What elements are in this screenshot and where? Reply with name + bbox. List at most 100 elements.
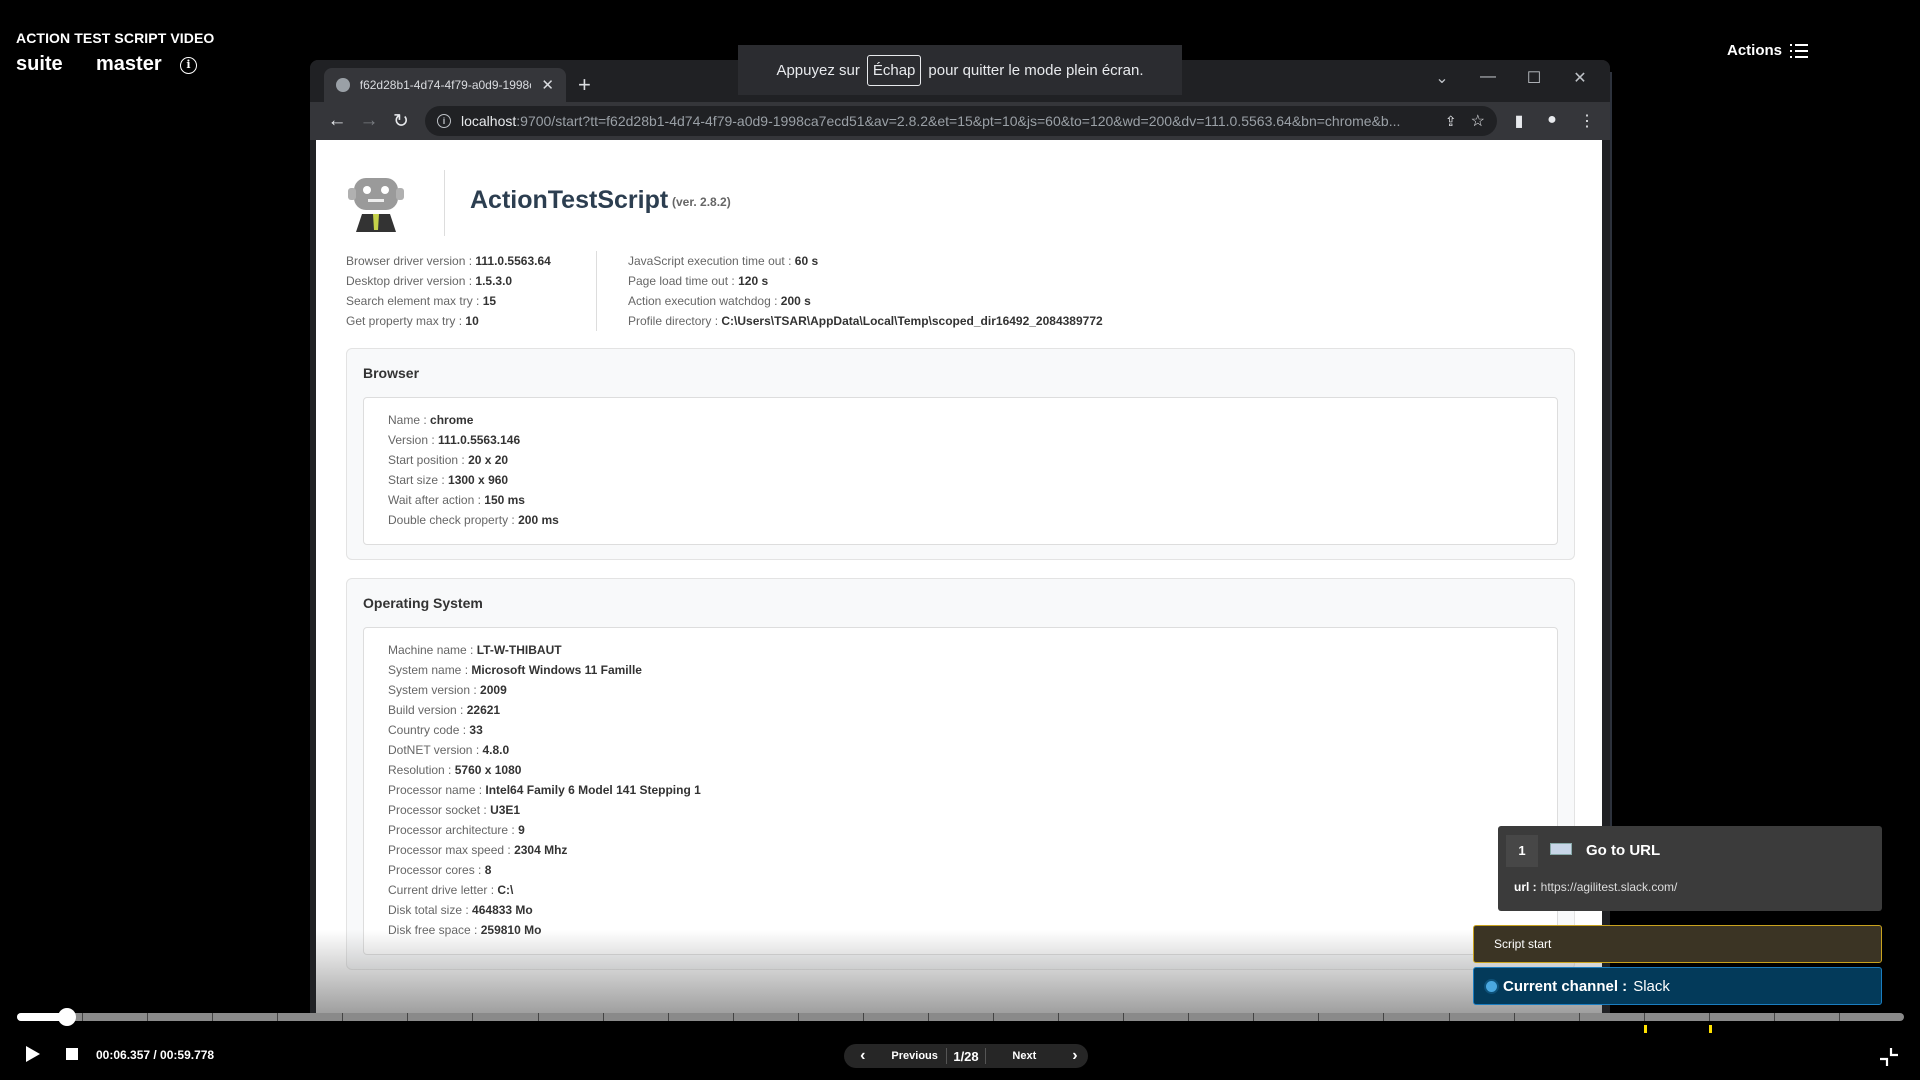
detail-item: Disk total size : 464833 Mo <box>388 903 533 917</box>
chevron-right-icon: › <box>1072 1047 1078 1064</box>
close-tab-icon[interactable]: ✕ <box>541 76 554 94</box>
url-bar-icon <box>1550 843 1572 855</box>
timeline-segment-tick <box>147 1013 149 1021</box>
timeline-segment-tick <box>1773 1013 1775 1021</box>
detail-item: Start size : 1300 x 960 <box>388 473 509 487</box>
timeline-marker[interactable] <box>1708 1025 1712 1033</box>
driver-info-list: Browser driver version : 111.0.5563.64 D… <box>346 251 551 331</box>
info-item: Page load time out : 120 s <box>628 274 769 288</box>
more-menu-icon[interactable]: ⋮ <box>1576 111 1598 131</box>
action-index: 1 <box>1506 835 1538 867</box>
detail-item: Start position : 20 x 20 <box>388 453 509 467</box>
timeline-segment-tick <box>212 1013 214 1021</box>
app-name: ActionTestScript <box>470 186 669 214</box>
detail-item: System version : 2009 <box>388 683 507 697</box>
detail-item: DotNET version : 4.8.0 <box>388 743 510 757</box>
timeline-segment-tick <box>277 1013 279 1021</box>
url-host: localhost <box>461 113 517 129</box>
detail-item: Version : 111.0.5563.146 <box>388 433 521 447</box>
detail-item: Current drive letter : C:\ <box>388 883 514 897</box>
timeline-segment-tick <box>82 1013 84 1021</box>
url-text: localhost:9700/start?tt=f62d28b1-4d74-4f… <box>461 113 1421 129</box>
fullscreen-notice-suffix: pour quitter le mode plein écran. <box>928 61 1144 79</box>
timeline-segment-tick <box>1513 1013 1515 1021</box>
video-timeline[interactable] <box>17 1008 1904 1026</box>
detail-item: Country code : 33 <box>388 723 483 737</box>
current-channel-badge: Current channel : Slack <box>1473 967 1882 1005</box>
back-icon[interactable]: ← <box>324 110 350 132</box>
globe-icon <box>336 78 350 92</box>
browser-tab[interactable]: f62d28b1-4d74-4f79-a0d9-1998ca7ecd51 ✕ <box>324 68 566 102</box>
detail-item: Processor socket : U3E1 <box>388 803 521 817</box>
timeline-segment-tick <box>667 1013 669 1021</box>
actions-button[interactable]: Actions <box>1727 42 1808 59</box>
next-button[interactable]: Next › <box>986 1044 1088 1068</box>
detail-item: System name : Microsoft Windows 11 Famil… <box>388 663 642 677</box>
detail-item: Processor cores : 8 <box>388 863 492 877</box>
browser-toolbar: ← → ↻ i localhost:9700/start?tt=f62d28b1… <box>310 102 1610 140</box>
branch-name: master <box>96 53 162 75</box>
site-info-icon[interactable]: i <box>437 114 451 128</box>
maximize-button[interactable]: ☐ <box>1514 68 1554 88</box>
tab-search-icon[interactable]: ⌄ <box>1422 68 1462 88</box>
header-divider <box>444 170 445 236</box>
fullscreen-notice-prefix: Appuyez sur <box>776 61 860 79</box>
profile-icon[interactable]: ● <box>1541 111 1563 129</box>
address-bar[interactable]: i localhost:9700/start?tt=f62d28b1-4d74-… <box>425 106 1497 136</box>
action-title: Go to URL <box>1586 842 1661 859</box>
timeline-segment-tick <box>732 1013 734 1021</box>
info-icon[interactable]: i <box>180 57 197 74</box>
actions-label: Actions <box>1726 42 1782 59</box>
timeline-marker[interactable] <box>1643 1025 1647 1033</box>
timeline-segment-tick <box>1383 1013 1385 1021</box>
browser-details: Name : chrome Version : 111.0.5563.146 S… <box>363 397 1558 545</box>
detail-item: Processor name : Intel64 Family 6 Model … <box>388 783 701 797</box>
timeline-segment-tick <box>602 1013 604 1021</box>
fullscreen-notice: Appuyez sur Échap pour quitter le mode p… <box>738 45 1182 95</box>
detail-item: Machine name : LT-W-THIBAUT <box>388 643 562 657</box>
detail-item: Disk free space : 259810 Mo <box>388 923 542 937</box>
share-icon[interactable]: ⇪ <box>1445 113 1457 130</box>
exit-fullscreen-icon[interactable] <box>1878 1046 1900 1068</box>
chevron-left-icon: ‹ <box>860 1047 866 1064</box>
detail-item: Processor architecture : 9 <box>388 823 525 837</box>
forward-icon[interactable]: → <box>356 110 382 132</box>
detail-item: Processor max speed : 2304 Mhz <box>388 843 568 857</box>
detail-item: Double check property : 200 ms <box>388 513 559 527</box>
timeline-segment-tick <box>862 1013 864 1021</box>
info-item: Get property max try : 10 <box>346 314 479 328</box>
robot-logo-icon <box>348 178 404 232</box>
stop-button[interactable] <box>66 1048 78 1060</box>
page-indicator: 1/28 <box>946 1048 986 1064</box>
bookmark-star-icon[interactable]: ☆ <box>1471 111 1485 131</box>
timeline-segment-tick <box>472 1013 474 1021</box>
app-version: (ver. 2.8.2) <box>672 195 731 209</box>
next-label: Next <box>1012 1050 1037 1062</box>
video-title: ACTION TEST SCRIPT VIDEO <box>16 30 215 46</box>
close-window-button[interactable]: ✕ <box>1560 68 1600 88</box>
section-title: Browser <box>363 365 420 381</box>
detail-item: Resolution : 5760 x 1080 <box>388 763 522 777</box>
previous-label: Previous <box>891 1050 938 1062</box>
action-parameter: url : https://agilitest.slack.com/ <box>1514 880 1677 894</box>
side-panel-icon[interactable]: ▮ <box>1508 111 1530 131</box>
reload-icon[interactable]: ↻ <box>388 110 414 133</box>
previous-button[interactable]: ‹ Previous <box>844 1044 946 1068</box>
timeline-segment-tick <box>993 1013 995 1021</box>
timeline-segment-tick <box>1643 1013 1645 1021</box>
info-item: Action execution watchdog : 200 s <box>628 294 811 308</box>
channel-status-icon <box>1486 980 1497 992</box>
new-tab-button[interactable]: + <box>578 72 591 98</box>
timeline-scrubber-handle[interactable] <box>57 1008 76 1026</box>
timeline-segment-tick <box>1578 1013 1580 1021</box>
play-button[interactable] <box>26 1046 40 1062</box>
timeout-info-list: JavaScript execution time out : 60 s Pag… <box>628 251 1103 331</box>
minimize-button[interactable]: — <box>1468 68 1508 86</box>
detail-item: Wait after action : 150 ms <box>388 493 525 507</box>
timeline-segment-tick <box>1708 1013 1710 1021</box>
info-item: Profile directory : C:\Users\TSAR\AppDat… <box>628 314 1103 328</box>
page-content: ActionTestScript (ver. 2.8.2) Browser dr… <box>316 140 1602 1020</box>
os-details: Machine name : LT-W-THIBAUT System name :… <box>363 627 1558 955</box>
suite-name: suite <box>16 53 63 75</box>
script-start-notice: Script start <box>1473 925 1882 963</box>
